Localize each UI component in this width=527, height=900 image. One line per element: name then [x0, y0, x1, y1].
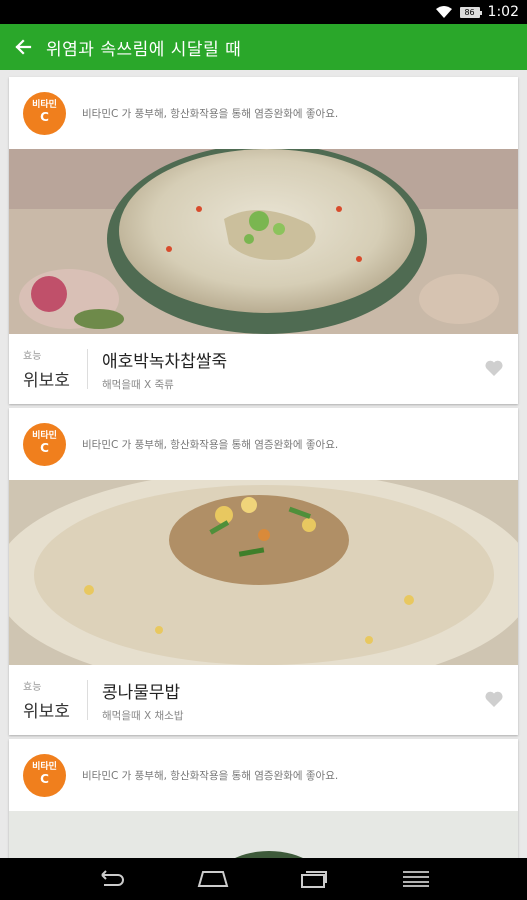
nav-home-button[interactable] — [193, 864, 233, 894]
nav-recents-icon — [301, 871, 328, 888]
system-nav-bar — [0, 858, 527, 900]
nutrient-badge: 비타민 C — [23, 91, 66, 135]
nav-back-button[interactable] — [91, 864, 131, 894]
recipe-card[interactable]: 비타민 C 비타민C 가 풍부해, 항산화작용을 통해 염증완화에 좋아요. — [9, 408, 518, 735]
effect-label: 효능 — [23, 682, 42, 693]
dish-name[interactable]: 콩나물무밥 — [102, 678, 184, 703]
card-description: 비타민C 가 풍부해, 항산화작용을 통해 염증완화에 좋아요. — [82, 438, 339, 451]
dish-meta: 해먹을때 X 죽류 — [102, 378, 174, 391]
battery-icon: 86 — [459, 6, 482, 18]
recipe-photo-porridge[interactable] — [9, 149, 518, 334]
page-title: 위염과 속쓰림에 시달릴 때 — [46, 39, 242, 60]
recipe-card[interactable]: 비타민 C 비타민C 가 풍부해, 항산화작용을 통해 염증완화에 좋아요. — [9, 77, 518, 404]
badge-value: C — [40, 772, 49, 787]
recipe-photo[interactable] — [9, 811, 518, 858]
status-bar: 86 1:02 — [0, 0, 527, 24]
heart-icon[interactable] — [484, 689, 504, 709]
recipe-photo-rice[interactable] — [9, 480, 518, 665]
card-description: 비타민C 가 풍부해, 항산화작용을 통해 염증완화에 좋아요. — [82, 107, 339, 120]
effect-value: 위보호 — [23, 702, 70, 722]
effect-label: 효능 — [23, 351, 42, 362]
card-description: 비타민C 가 풍부해, 항산화작용을 통해 염증완화에 좋아요. — [82, 769, 339, 782]
effect-value: 위보호 — [23, 371, 70, 391]
badge-value: C — [40, 441, 49, 456]
recipe-card[interactable]: 비타민 C 비타민C 가 풍부해, 항산화작용을 통해 염증완화에 좋아요. — [9, 739, 518, 858]
wifi-icon — [435, 6, 452, 18]
dish-meta: 해먹을때 X 채소밥 — [102, 709, 184, 722]
nav-menu-button[interactable] — [396, 864, 436, 894]
nav-menu-icon — [403, 871, 430, 887]
recipe-list[interactable]: 비타민 C 비타민C 가 풍부해, 항산화작용을 통해 염증완화에 좋아요. 효… — [0, 70, 527, 858]
app-bar: 위염과 속쓰림에 시달릴 때 — [0, 24, 527, 70]
nav-recents-button[interactable] — [294, 864, 334, 894]
clock: 1:02 — [487, 4, 519, 20]
nav-home-icon — [197, 871, 228, 887]
arrow-back-icon — [15, 39, 32, 55]
nutrient-badge: 비타민 C — [23, 422, 66, 466]
badge-value: C — [40, 110, 49, 125]
nutrient-badge: 비타민 C — [23, 753, 66, 797]
dish-name[interactable]: 애호박녹차찹쌀죽 — [102, 347, 227, 372]
nav-back-icon — [101, 870, 124, 886]
heart-icon[interactable] — [484, 358, 504, 378]
back-button[interactable] — [0, 24, 46, 70]
